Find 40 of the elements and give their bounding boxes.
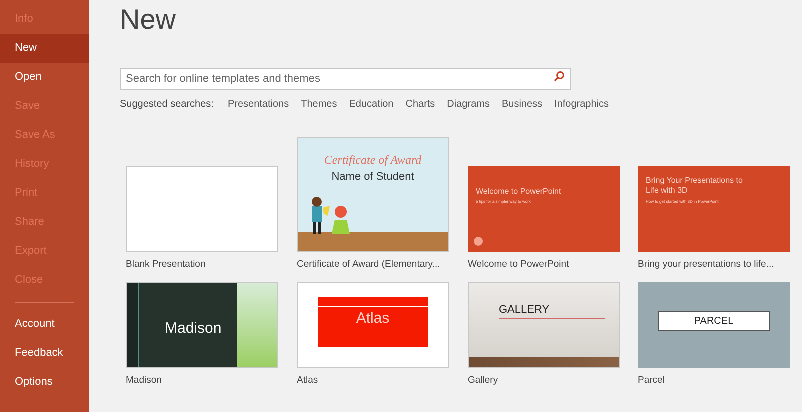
suggested-search-link[interactable]: Charts: [406, 97, 436, 112]
page-title: New: [120, 3, 176, 37]
template-name: Parcel: [638, 374, 665, 388]
template-name: Blank Presentation: [126, 258, 206, 272]
template-name: Madison: [126, 374, 162, 388]
suggested-search-link[interactable]: Themes: [301, 97, 338, 112]
slide-title: Madison: [165, 320, 222, 336]
sidebar-item[interactable]: Account: [0, 310, 89, 339]
slide-title: GALLERY: [499, 305, 605, 320]
certificate-thumbnail[interactable]: Certificate of Award Name of Student: [297, 137, 449, 252]
gallery-thumbnail[interactable]: GALLERY: [468, 282, 620, 368]
suggested-search-link[interactable]: Diagrams: [447, 97, 490, 112]
suggested-search-link[interactable]: Education: [349, 97, 394, 112]
sidebar-item[interactable]: Feedback: [0, 339, 89, 368]
suggested-searches-label: Suggested searches:: [120, 98, 214, 112]
slide-title: Certificate of Award: [324, 154, 422, 166]
children-drawing: [312, 197, 350, 234]
slide-text: Name of Student: [332, 172, 414, 183]
slide-title: Welcome to PowerPoint: [476, 188, 562, 196]
template-name: Welcome to PowerPoint: [468, 258, 570, 272]
parcel-thumbnail[interactable]: PARCEL: [638, 282, 790, 368]
madison-thumbnail[interactable]: Madison: [126, 282, 278, 368]
slide-title: Atlas: [356, 311, 390, 326]
suggested-search-link[interactable]: Presentations: [228, 97, 290, 112]
logo-icon: [474, 237, 483, 246]
suggested-search-link[interactable]: Infographics: [554, 97, 610, 112]
suggested-search-link[interactable]: Business: [502, 97, 543, 112]
template-name: Bring your presentations to life...: [638, 258, 774, 272]
blank-slide-thumbnail[interactable]: [126, 166, 278, 252]
template-name: Gallery: [468, 374, 498, 388]
atlas-thumbnail[interactable]: Atlas: [297, 282, 449, 368]
slide-title: Bring Your Presentations to Life with 3D: [646, 176, 744, 196]
template-name: Atlas: [297, 374, 318, 388]
template-name: Certificate of Award (Elementary...: [297, 258, 440, 272]
search-field[interactable]: Search for online templates and themes: [120, 68, 571, 90]
slide-title: PARCEL: [658, 311, 770, 332]
sidebar-item[interactable]: Options: [0, 368, 89, 397]
search-icon[interactable]: [554, 71, 565, 82]
sidebar-item[interactable]: Open: [0, 63, 89, 92]
sidebar-item[interactable]: New: [0, 34, 89, 63]
